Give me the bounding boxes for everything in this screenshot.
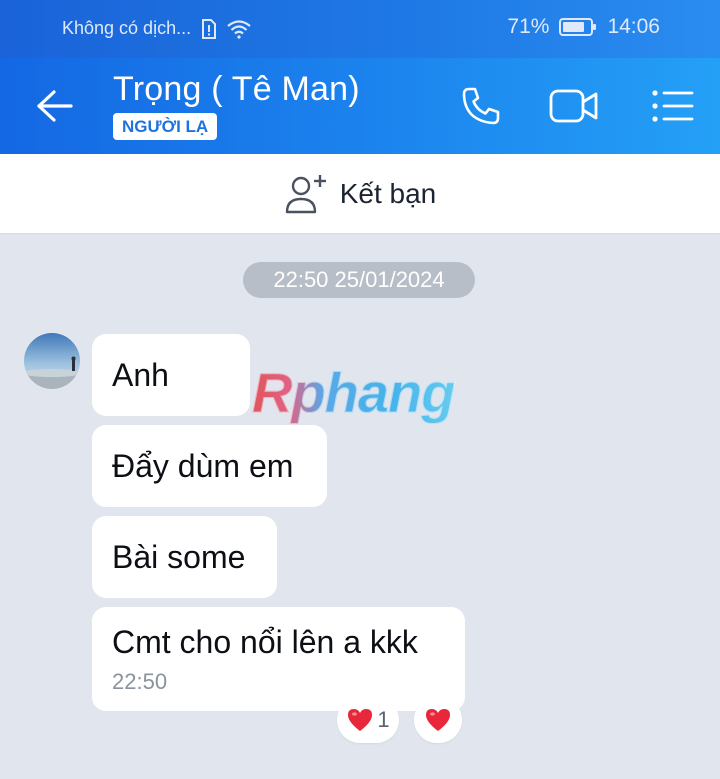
- reaction-count: 1: [377, 707, 390, 732]
- carrier-text: Không có dịch...: [62, 18, 192, 38]
- message-time: 22:50: [112, 668, 168, 694]
- status-left: Không có dịch...: [62, 18, 251, 39]
- phone-icon: [462, 87, 500, 125]
- message-text: Anh: [112, 356, 169, 393]
- add-friend-label: Kết bạn: [339, 177, 437, 209]
- sim-alert-icon: [201, 18, 217, 39]
- reaction-button[interactable]: [414, 697, 462, 743]
- conversation-header: Trọng ( Tê Man) NGƯỜI LẠ: [0, 58, 720, 154]
- wifi-icon: [227, 19, 251, 39]
- message-bubble[interactable]: Đẩy dùm em: [92, 425, 327, 507]
- add-user-icon: [285, 174, 326, 213]
- video-call-button[interactable]: [548, 82, 600, 130]
- avatar[interactable]: [24, 333, 80, 389]
- watermark-logo: Rphang: [251, 361, 455, 425]
- status-right: 71% 14:06: [507, 15, 660, 39]
- message-bubble[interactable]: Cmt cho nổi lên a kkk 22:50: [92, 607, 465, 711]
- menu-list-icon: [652, 90, 694, 122]
- add-friend-bar: Kết bạn: [0, 154, 720, 234]
- message-bubble[interactable]: Anh: [92, 334, 250, 416]
- message-bubble[interactable]: Bài some: [92, 516, 277, 598]
- message-text: Bài some: [112, 538, 246, 575]
- message-text: Đẩy dùm em: [112, 447, 294, 484]
- menu-button[interactable]: [646, 82, 698, 130]
- call-button[interactable]: [455, 82, 507, 130]
- contact-name[interactable]: Trọng ( Tê Man): [113, 70, 360, 109]
- stranger-badge: NGƯỜI LẠ: [113, 113, 218, 140]
- message-text: Cmt cho nổi lên a kkk: [112, 623, 418, 660]
- heart-icon: [348, 709, 373, 731]
- video-call-icon: [549, 89, 598, 123]
- back-arrow-icon: [37, 90, 73, 122]
- clock: 14:06: [607, 15, 660, 38]
- battery-percent: 71%: [507, 15, 550, 38]
- battery-icon: [559, 17, 597, 37]
- reaction-heart-count[interactable]: 1: [337, 697, 399, 743]
- date-separator: 22:50 25/01/2024: [243, 262, 475, 298]
- add-friend-button[interactable]: Kết bạn: [284, 173, 437, 215]
- status-bar: Không có dịch... 71% 14:06: [0, 0, 720, 58]
- heart-icon: [426, 709, 450, 731]
- avatar-image: [24, 333, 80, 389]
- back-button[interactable]: [30, 84, 78, 128]
